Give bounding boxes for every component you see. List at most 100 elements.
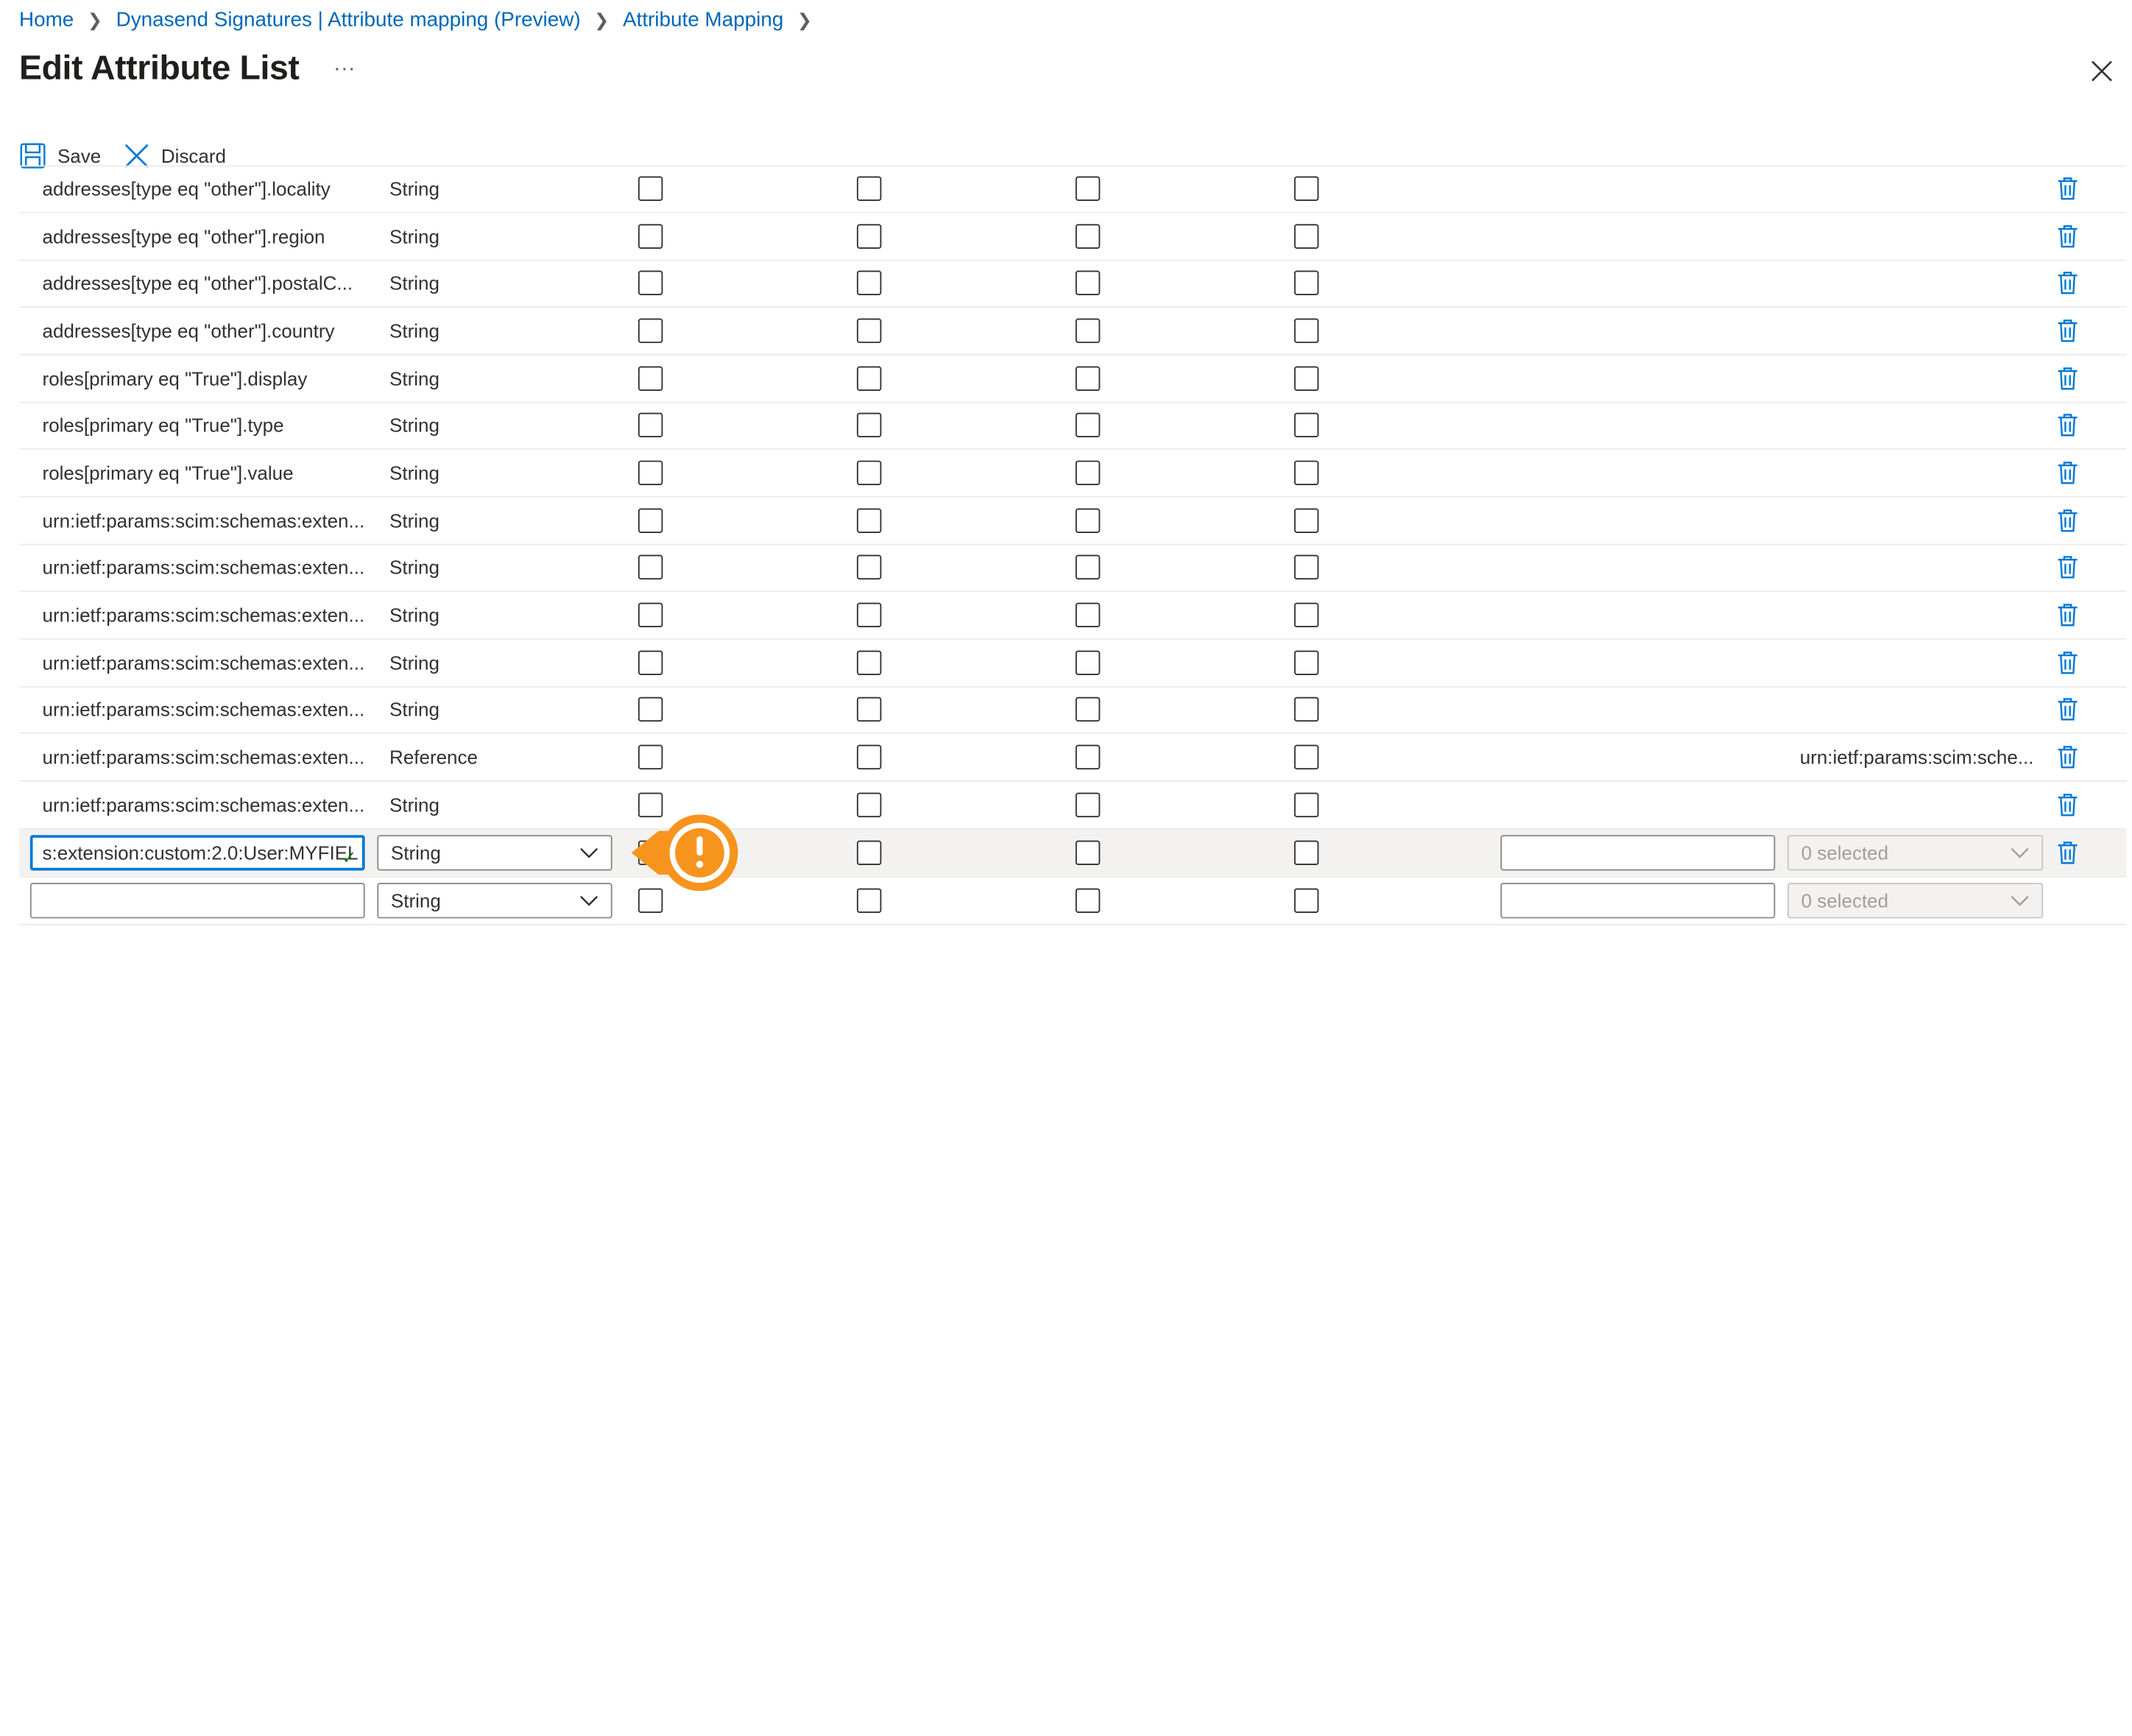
exact-case-checkbox[interactable]: [1293, 792, 1319, 817]
support-array-checkbox[interactable]: [1075, 271, 1101, 296]
delete-icon[interactable]: [2057, 508, 2079, 532]
required-checkbox[interactable]: [856, 650, 882, 675]
required-checkbox[interactable]: [856, 413, 882, 438]
delete-icon[interactable]: [2057, 461, 2079, 485]
breadcrumb-home[interactable]: Home: [19, 8, 74, 32]
exact-case-checkbox[interactable]: [1293, 271, 1319, 296]
required-checkbox[interactable]: [856, 365, 882, 391]
exact-case-checkbox[interactable]: [1293, 223, 1319, 249]
primary-key-checkbox[interactable]: [638, 507, 663, 533]
support-array-checkbox[interactable]: [1075, 602, 1101, 628]
primary-key-checkbox[interactable]: [638, 318, 663, 343]
primary-key-checkbox[interactable]: [638, 697, 663, 722]
close-icon[interactable]: [2091, 60, 2113, 82]
exact-case-checkbox[interactable]: [1293, 697, 1319, 722]
required-checkbox[interactable]: [856, 555, 882, 580]
attribute-name: roles[primary eq "True"].value: [42, 462, 294, 484]
required-checkbox[interactable]: [856, 318, 882, 343]
exact-case-checkbox[interactable]: [1293, 602, 1319, 628]
exact-case-checkbox[interactable]: [1293, 744, 1319, 770]
required-checkbox[interactable]: [856, 697, 882, 722]
required-checkbox[interactable]: [856, 223, 882, 249]
chevron-down-icon: [580, 895, 599, 906]
support-array-checkbox[interactable]: [1075, 176, 1101, 201]
support-array-checkbox[interactable]: [1075, 650, 1101, 675]
required-checkbox[interactable]: [856, 744, 882, 770]
delete-icon[interactable]: [2057, 176, 2079, 200]
delete-icon[interactable]: [2057, 792, 2079, 816]
breadcrumb-attribute-mapping[interactable]: Attribute Mapping: [623, 8, 783, 32]
exact-case-checkbox[interactable]: [1293, 888, 1319, 914]
support-array-checkbox[interactable]: [1075, 697, 1101, 722]
attribute-type: String: [389, 793, 440, 816]
delete-icon[interactable]: [2057, 366, 2079, 390]
delete-icon[interactable]: [2057, 603, 2079, 627]
type-dropdown[interactable]: String: [377, 835, 613, 871]
exact-case-checkbox[interactable]: [1293, 413, 1319, 438]
new-referenced-object-dropdown[interactable]: 0 selected: [1787, 883, 2044, 919]
delete-icon[interactable]: [2057, 555, 2079, 579]
primary-key-checkbox[interactable]: [638, 460, 663, 486]
support-array-checkbox[interactable]: [1075, 365, 1101, 391]
delete-icon[interactable]: [2057, 841, 2079, 865]
attribute-type: String: [389, 320, 440, 342]
more-options-button[interactable]: ···: [333, 57, 356, 82]
api-expression-input[interactable]: [1500, 835, 1776, 871]
primary-key-checkbox[interactable]: [638, 744, 663, 770]
primary-key-checkbox[interactable]: [638, 555, 663, 580]
support-array-checkbox[interactable]: [1075, 555, 1101, 580]
primary-key-checkbox[interactable]: [638, 650, 663, 675]
primary-key-checkbox[interactable]: [638, 602, 663, 628]
support-array-checkbox[interactable]: [1075, 413, 1101, 438]
new-api-expression-input[interactable]: [1500, 883, 1776, 919]
exact-case-checkbox[interactable]: [1293, 840, 1319, 866]
table-row: addresses[type eq "other"].country String: [18, 308, 2127, 356]
new-attribute-name-input[interactable]: [29, 883, 365, 919]
exact-case-checkbox[interactable]: [1293, 650, 1319, 675]
delete-icon[interactable]: [2057, 745, 2079, 769]
delete-icon[interactable]: [2057, 697, 2079, 721]
support-array-checkbox[interactable]: [1075, 223, 1101, 249]
table-row: urn:ietf:params:scim:schemas:exten... Str…: [18, 687, 2127, 735]
chevron-down-icon: [2011, 847, 2029, 858]
support-array-checkbox[interactable]: [1075, 318, 1101, 343]
primary-key-checkbox[interactable]: [638, 413, 663, 438]
required-checkbox[interactable]: [856, 460, 882, 486]
delete-icon[interactable]: [2057, 650, 2079, 674]
required-checkbox[interactable]: [856, 271, 882, 296]
support-array-checkbox[interactable]: [1075, 792, 1101, 817]
primary-key-checkbox[interactable]: [638, 365, 663, 391]
support-array-checkbox[interactable]: [1075, 507, 1101, 533]
delete-icon[interactable]: [2057, 271, 2079, 295]
primary-key-checkbox[interactable]: [638, 271, 663, 296]
support-array-checkbox[interactable]: [1075, 744, 1101, 770]
attribute-type: Reference: [389, 746, 478, 769]
exact-case-checkbox[interactable]: [1293, 460, 1319, 486]
required-checkbox[interactable]: [856, 507, 882, 533]
primary-key-checkbox[interactable]: [638, 176, 663, 201]
required-checkbox[interactable]: [856, 792, 882, 817]
new-type-dropdown[interactable]: String: [377, 883, 613, 919]
referenced-object-dropdown[interactable]: 0 selected: [1787, 835, 2044, 871]
attribute-name-value: s:extension:custom:2.0:User:MYFIEL: [42, 841, 359, 864]
exact-case-checkbox[interactable]: [1293, 176, 1319, 201]
support-array-checkbox[interactable]: [1075, 840, 1101, 866]
delete-icon[interactable]: [2057, 224, 2079, 248]
required-checkbox[interactable]: [856, 840, 882, 866]
required-checkbox[interactable]: [856, 602, 882, 628]
referenced-object: urn:ietf:params:scim:sche...: [1799, 746, 2034, 769]
delete-icon[interactable]: [2057, 319, 2079, 343]
support-array-checkbox[interactable]: [1075, 888, 1101, 914]
primary-key-checkbox[interactable]: [638, 223, 663, 249]
breadcrumb-app-attribute-mapping[interactable]: Dynasend Signatures | Attribute mapping …: [116, 8, 581, 32]
required-checkbox[interactable]: [856, 888, 882, 914]
exact-case-checkbox[interactable]: [1293, 507, 1319, 533]
attribute-name-input[interactable]: s:extension:custom:2.0:User:MYFIEL ✓: [29, 835, 365, 871]
exact-case-checkbox[interactable]: [1293, 555, 1319, 580]
table-row: roles[primary eq "True"].type String: [18, 402, 2127, 451]
exact-case-checkbox[interactable]: [1293, 318, 1319, 343]
delete-icon[interactable]: [2057, 413, 2079, 437]
required-checkbox[interactable]: [856, 176, 882, 201]
support-array-checkbox[interactable]: [1075, 460, 1101, 486]
exact-case-checkbox[interactable]: [1293, 365, 1319, 391]
